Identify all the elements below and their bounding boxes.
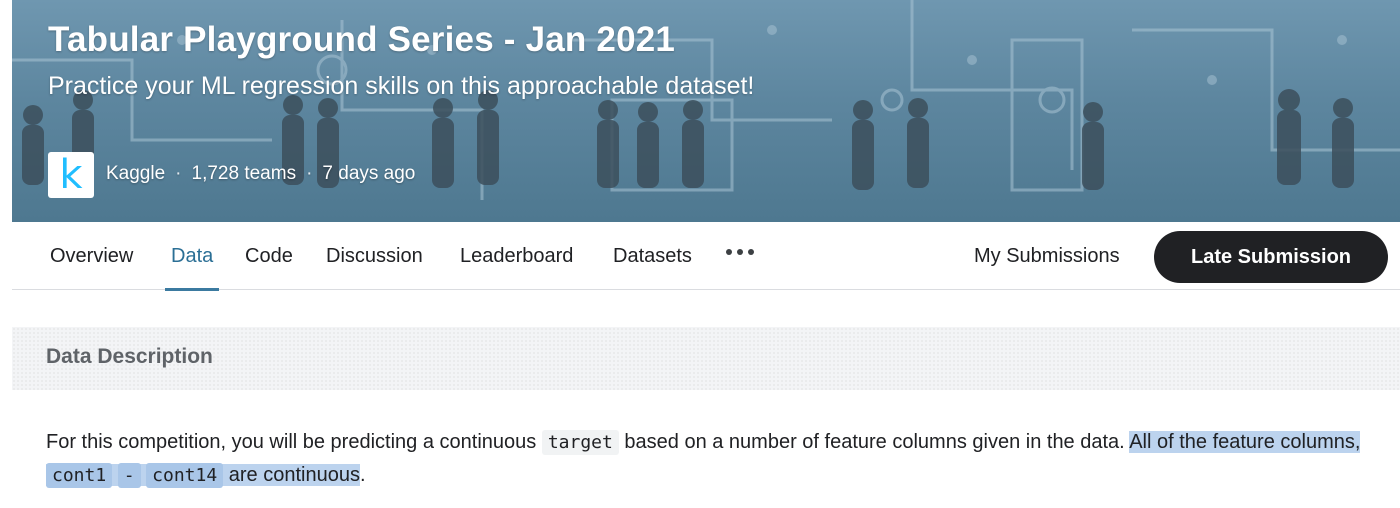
- code-cont1: cont1: [46, 463, 113, 488]
- desc-text: based on a number of feature columns giv…: [618, 431, 1130, 453]
- kaggle-logo-icon[interactable]: k: [48, 152, 94, 198]
- organizer-link[interactable]: Kaggle: [106, 163, 165, 185]
- competition-subtitle: Practice your ML regression skills on th…: [48, 72, 755, 100]
- code-cont14: cont14: [146, 463, 224, 488]
- dot: [726, 249, 732, 255]
- more-horizontal-icon[interactable]: [726, 249, 754, 255]
- meta-separator: ·: [175, 163, 182, 184]
- code-target: target: [541, 430, 619, 455]
- competition-age: 7 days ago: [322, 163, 416, 184]
- late-submission-button[interactable]: Late Submission: [1154, 231, 1388, 283]
- data-description-header: Data Description: [12, 327, 1400, 390]
- dot: [748, 249, 754, 255]
- desc-text: are continuous: [223, 464, 360, 486]
- dot: [737, 249, 743, 255]
- competition-header-banner: Tabular Playground Series - Jan 2021 Pra…: [12, 0, 1400, 222]
- team-count: 1,728 teams: [191, 163, 297, 184]
- desc-text: .: [359, 464, 366, 486]
- desc-text: For this competition, you will be predic…: [46, 431, 542, 453]
- competition-title: Tabular Playground Series - Jan 2021: [48, 20, 676, 59]
- meta-separator: ·: [306, 163, 313, 184]
- code-dash: -: [117, 463, 141, 488]
- my-submissions-link[interactable]: My Submissions: [974, 222, 1120, 290]
- desc-text: All of the feature columns,: [1129, 431, 1361, 453]
- tab-datasets[interactable]: Datasets: [613, 222, 692, 290]
- tab-code[interactable]: Code: [245, 222, 293, 290]
- competition-tab-bar: Overview Data Code Discussion Leaderboar…: [12, 222, 1400, 291]
- tab-leaderboard[interactable]: Leaderboard: [460, 222, 573, 290]
- section-title: Data Description: [46, 345, 213, 368]
- tab-data[interactable]: Data: [164, 222, 220, 291]
- competition-meta: Kaggle · 1,728 teams · 7 days ago: [106, 163, 415, 185]
- data-description-text: For this competition, you will be predic…: [46, 426, 1386, 492]
- tab-discussion[interactable]: Discussion: [326, 222, 423, 290]
- tab-overview[interactable]: Overview: [50, 222, 133, 290]
